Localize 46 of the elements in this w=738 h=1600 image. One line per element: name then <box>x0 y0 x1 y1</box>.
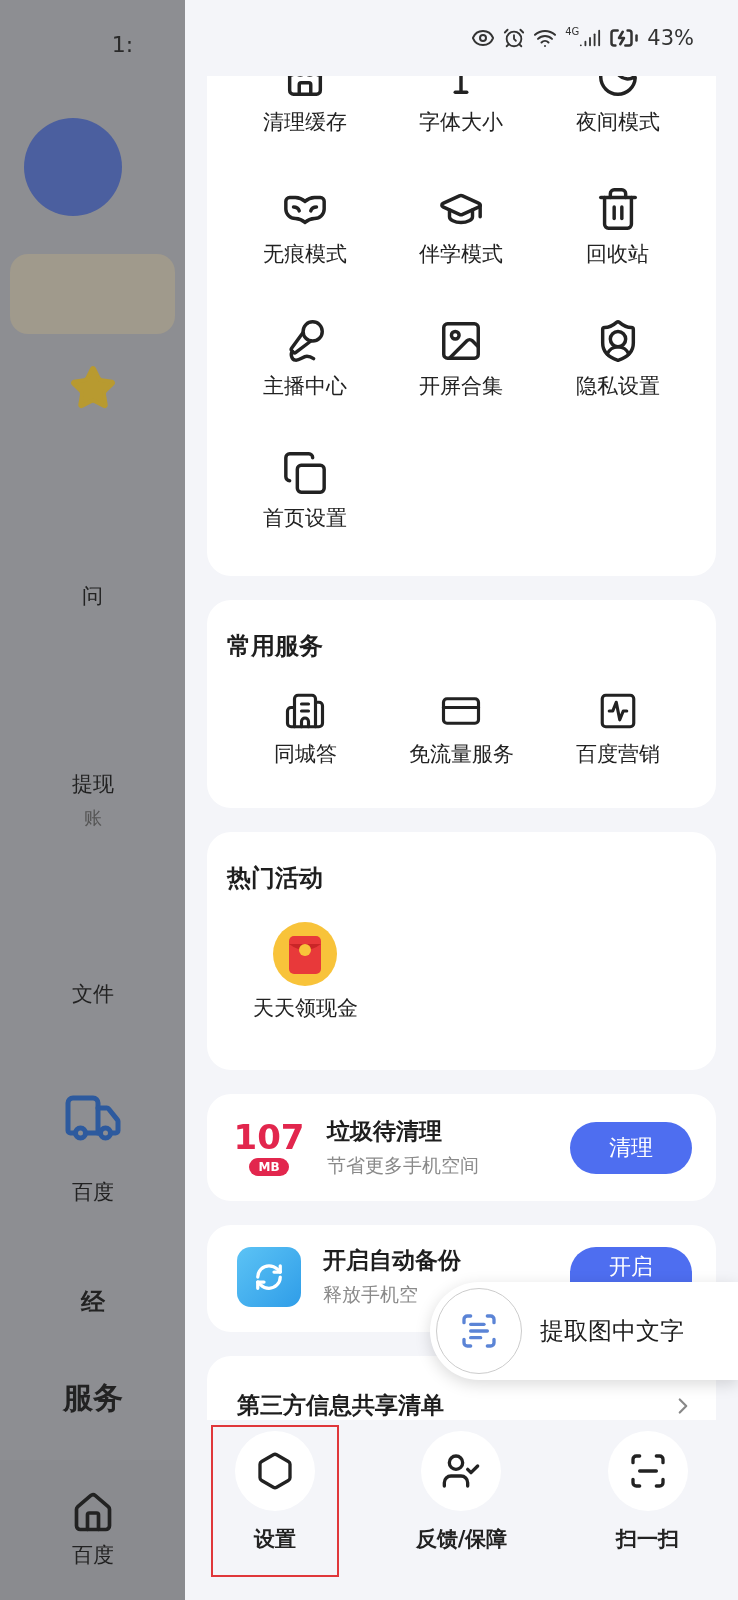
status-time: 1: <box>111 32 134 59</box>
action-item[interactable]: 设置 <box>211 1425 340 1577</box>
card-subtitle: 释放手机空 <box>323 1282 419 1307</box>
blurred-label: 问 <box>82 583 103 610</box>
action-item[interactable]: 反馈/保障 <box>391 1425 532 1577</box>
section-title: 常用服务 <box>227 631 324 662</box>
junk-size: 107 <box>233 1119 305 1154</box>
tool-item[interactable]: 无痕模式 <box>227 186 384 268</box>
sync-app-icon <box>237 1246 301 1307</box>
card-title: 开启自动备份 <box>323 1246 462 1275</box>
unit-badge: MB <box>249 1157 289 1176</box>
signal-icon <box>579 27 602 49</box>
user-check-icon <box>441 1451 482 1491</box>
tool-item[interactable]: 首页设置 <box>227 450 384 532</box>
action-item[interactable]: 扫一扫 <box>583 1425 712 1577</box>
service-item[interactable]: 免流量服务 <box>383 690 540 768</box>
clean-button[interactable]: 清理 <box>570 1121 692 1174</box>
battery-percent: 43% <box>647 26 694 50</box>
tool-item[interactable]: 伴学模式 <box>383 186 540 268</box>
service-item[interactable]: 百度营销 <box>539 690 696 768</box>
tool-item[interactable]: 夜间模式 <box>539 76 696 136</box>
blurred-label: 提现 <box>71 771 114 798</box>
blurred-label: 服务 <box>62 1379 123 1417</box>
tool-item[interactable]: 清理缓存 <box>227 76 384 136</box>
network-type: 4G <box>565 26 580 37</box>
row-title: 第三方信息共享清单 <box>237 1391 444 1420</box>
alarm-icon <box>503 27 526 49</box>
tool-item[interactable]: 回收站 <box>539 186 696 268</box>
section-title: 热门活动 <box>227 863 324 894</box>
blurred-label: 账 <box>83 806 102 830</box>
tab-label[interactable]: 百度 <box>71 1541 114 1569</box>
tool-item[interactable]: 主播中心 <box>227 318 384 400</box>
activity-item[interactable]: 天天领现金 <box>227 922 384 1022</box>
card-subtitle: 节省更多手机空间 <box>327 1153 480 1178</box>
text-extract-popup[interactable]: 提取图中文字 <box>430 1282 738 1380</box>
tool-item[interactable]: 字体大小 <box>383 76 540 136</box>
envelope-icon <box>273 922 338 986</box>
scan-text-icon <box>459 1311 499 1351</box>
tool-item[interactable]: 隐私设置 <box>539 318 696 400</box>
copy-icon <box>282 450 329 496</box>
service-item[interactable]: 同城答 <box>227 690 384 768</box>
blurred-label: 文件 <box>71 981 114 1008</box>
tool-item[interactable]: 开屏合集 <box>383 318 540 400</box>
blurred-label: 百度 <box>71 1179 114 1206</box>
card-title: 垃圾待清理 <box>327 1117 443 1146</box>
blurred-label: 经 <box>80 1287 105 1318</box>
